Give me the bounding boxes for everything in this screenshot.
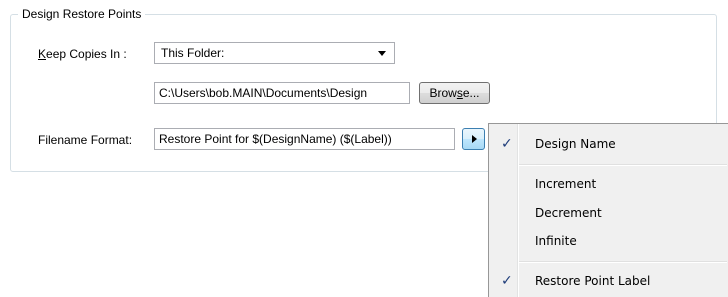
arrow-right-icon bbox=[472, 135, 477, 143]
menu-item-increment[interactable]: Increment bbox=[491, 171, 727, 197]
insert-macro-button[interactable] bbox=[462, 128, 485, 150]
chevron-down-icon bbox=[378, 51, 386, 56]
group-title: Design Restore Points bbox=[18, 6, 146, 22]
keep-copies-label: Keep Copies In : bbox=[38, 47, 127, 61]
keep-copies-value: This Folder: bbox=[161, 46, 225, 60]
filename-format-input[interactable]: Restore Point for $(DesignName) ($(Label… bbox=[154, 128, 455, 150]
menu-item-design-name[interactable]: ✓ Design Name bbox=[491, 131, 727, 157]
macro-menu: ✓ Design Name Increment Decrement Infini… bbox=[488, 123, 728, 297]
checkmark-icon: ✓ bbox=[501, 136, 513, 152]
menu-item-restore-point-label[interactable]: ✓ Restore Point Label bbox=[491, 268, 727, 294]
checkmark-icon: ✓ bbox=[501, 273, 513, 289]
keep-copies-dropdown[interactable]: This Folder: bbox=[154, 42, 395, 64]
menu-item-infinite[interactable]: Infinite bbox=[491, 228, 727, 254]
menu-separator bbox=[519, 261, 727, 263]
browse-button[interactable]: Browse... bbox=[419, 82, 490, 104]
folder-path-input[interactable]: C:\Users\bob.MAIN\Documents\Design bbox=[154, 82, 410, 104]
menu-item-decrement[interactable]: Decrement bbox=[491, 200, 727, 226]
menu-separator bbox=[519, 164, 727, 166]
filename-format-label: Filename Format: bbox=[38, 133, 133, 147]
